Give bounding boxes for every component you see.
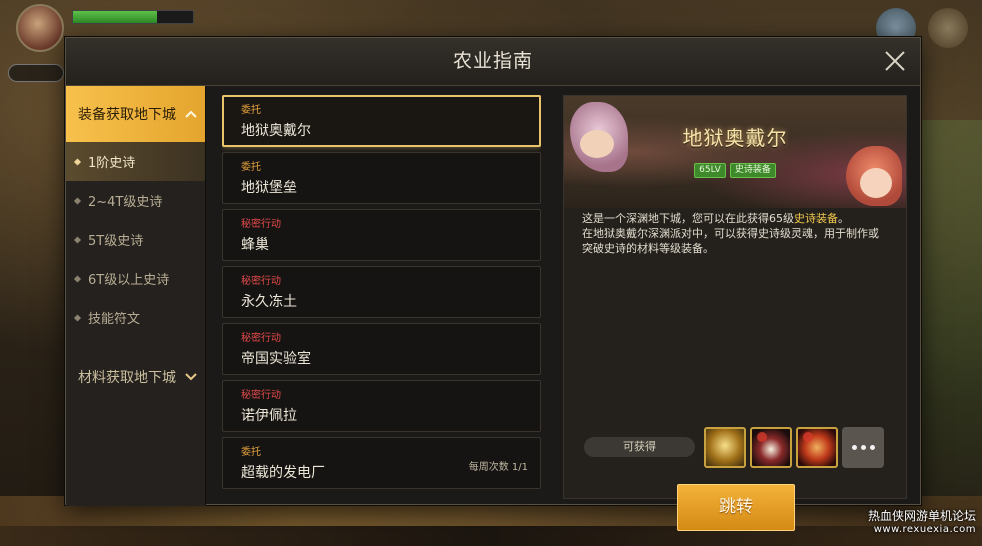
dungeon-name: 地狱奥戴尔 bbox=[241, 123, 311, 139]
modal-title: 农业指南 bbox=[452, 50, 533, 72]
chevron-up-icon bbox=[185, 110, 197, 118]
category-label: 材料获取地下城 bbox=[78, 370, 176, 386]
dungeon-item-overloaded-plant[interactable]: 委托 超载的发电厂 每周次数 1/1 bbox=[222, 437, 541, 489]
diamond-bullet-icon bbox=[73, 196, 82, 205]
dungeon-item-empire-lab[interactable]: 秘密行动 帝国实验室 bbox=[222, 323, 541, 375]
sidebar-item-tier5-epic[interactable]: 5T级史诗 bbox=[66, 220, 205, 259]
diamond-bullet-icon bbox=[73, 235, 82, 244]
dungeon-type: 秘密行动 bbox=[241, 390, 281, 401]
player-avatar bbox=[16, 4, 64, 52]
type-tag: 史诗装备 bbox=[729, 163, 776, 178]
dungeon-tags: 65LV 史诗装备 bbox=[564, 163, 906, 178]
sidebar-item-tier6-epic[interactable]: 6T级以上史诗 bbox=[66, 259, 205, 298]
chevron-down-icon bbox=[185, 373, 197, 381]
more-icon bbox=[851, 445, 857, 450]
close-icon bbox=[885, 51, 905, 71]
dungeon-detail-panel: 地狱奥戴尔 65LV 史诗装备 这是一个深渊地下城，您可以在此获得65级史诗装备… bbox=[563, 95, 907, 531]
sidebar-item-tier2-4-epic[interactable]: 2~4T级史诗 bbox=[66, 181, 205, 220]
description-highlight: 史诗装备 bbox=[794, 212, 838, 225]
dungeon-name: 诺伊佩拉 bbox=[241, 408, 297, 424]
obtainable-label: 可获得 bbox=[584, 437, 695, 457]
dungeon-type: 秘密行动 bbox=[241, 276, 281, 287]
dungeon-item-permafrost[interactable]: 秘密行动 永久冻土 bbox=[222, 266, 541, 318]
modal-header: 农业指南 bbox=[66, 38, 920, 86]
farming-guide-modal: 农业指南 装备获取地下城 1阶史诗 2~4T级史诗 5T级史诗 6T级以上史诗 … bbox=[65, 37, 921, 531]
dungeon-type: 委托 bbox=[241, 105, 261, 116]
category-label: 装备获取地下城 bbox=[78, 107, 176, 123]
player-hp-bar bbox=[72, 10, 194, 24]
dungeon-description: 这是一个深渊地下城，您可以在此获得65级史诗装备。 在地狱奥戴尔深渊派对中，可以… bbox=[582, 211, 882, 256]
dungeon-item-neupera[interactable]: 秘密行动 诺伊佩拉 bbox=[222, 380, 541, 432]
dungeon-title: 地狱奥戴尔 bbox=[682, 126, 788, 150]
dungeon-type: 秘密行动 bbox=[241, 219, 281, 230]
sidebar-item-label: 2~4T级史诗 bbox=[88, 195, 163, 210]
dungeon-name: 蜂巢 bbox=[241, 237, 269, 253]
reward-item-icon[interactable] bbox=[796, 427, 838, 468]
reward-item-icon[interactable] bbox=[704, 427, 746, 468]
sidebar-item-label: 5T级史诗 bbox=[88, 234, 144, 249]
watermark-url: www.rexuexia.com bbox=[873, 524, 976, 535]
description-text: 在地狱奥戴尔深渊派对中，可以获得史诗级灵魂，用于制作或突破史诗的材料等级装备。 bbox=[582, 227, 879, 255]
background-scenery bbox=[912, 120, 982, 500]
dungeon-banner-image: 地狱奥戴尔 65LV 史诗装备 bbox=[564, 96, 906, 208]
sidebar-item-label: 1阶史诗 bbox=[88, 156, 136, 171]
dungeon-name: 地狱堡垒 bbox=[241, 180, 297, 196]
watermark: 热血侠网游单机论坛 www.rexuexia.com bbox=[868, 510, 976, 536]
sidebar-item-skill-runes[interactable]: 技能符文 bbox=[66, 298, 205, 337]
sidebar-item-tier1-epic[interactable]: 1阶史诗 bbox=[66, 142, 205, 181]
dungeon-list: 委托 地狱奥戴尔 委托 地狱堡垒 秘密行动 蜂巢 秘密行动 永久冻土 秘密行动 … bbox=[222, 95, 541, 497]
background-icon bbox=[928, 8, 968, 48]
dungeon-name: 帝国实验室 bbox=[241, 351, 311, 367]
diamond-bullet-icon bbox=[73, 157, 82, 166]
jump-button[interactable]: 跳转 bbox=[677, 484, 795, 531]
category-sidebar: 装备获取地下城 1阶史诗 2~4T级史诗 5T级史诗 6T级以上史诗 技能符文 … bbox=[66, 86, 206, 506]
dungeon-name: 永久冻土 bbox=[241, 294, 297, 310]
category-material-dungeons[interactable]: 材料获取地下城 bbox=[66, 349, 205, 405]
weekly-count: 每周次数 1/1 bbox=[468, 462, 528, 473]
diamond-bullet-icon bbox=[73, 274, 82, 283]
sidebar-item-label: 技能符文 bbox=[88, 312, 141, 327]
sidebar-item-label: 6T级以上史诗 bbox=[88, 273, 170, 288]
reward-icons bbox=[704, 427, 884, 468]
description-text: 这是一个深渊地下城，您可以在此获得65级 bbox=[582, 212, 794, 225]
reward-item-icon[interactable] bbox=[750, 427, 792, 468]
category-equipment-dungeons[interactable]: 装备获取地下城 bbox=[66, 86, 205, 142]
dungeon-item-hell-odell[interactable]: 委托 地狱奥戴尔 bbox=[222, 95, 541, 147]
dungeon-type: 秘密行动 bbox=[241, 333, 281, 344]
dungeon-type: 委托 bbox=[241, 162, 261, 173]
background-bottom-strip bbox=[0, 526, 982, 546]
level-tag: 65LV bbox=[694, 163, 726, 178]
close-button[interactable] bbox=[882, 48, 908, 74]
watermark-title: 热血侠网游单机论坛 bbox=[867, 509, 976, 523]
dungeon-item-hive[interactable]: 秘密行动 蜂巢 bbox=[222, 209, 541, 261]
diamond-bullet-icon bbox=[73, 313, 82, 322]
description-text: 。 bbox=[838, 212, 849, 225]
dungeon-item-hell-fortress[interactable]: 委托 地狱堡垒 bbox=[222, 152, 541, 204]
more-rewards-button[interactable] bbox=[842, 427, 884, 468]
background-chip bbox=[8, 64, 64, 82]
